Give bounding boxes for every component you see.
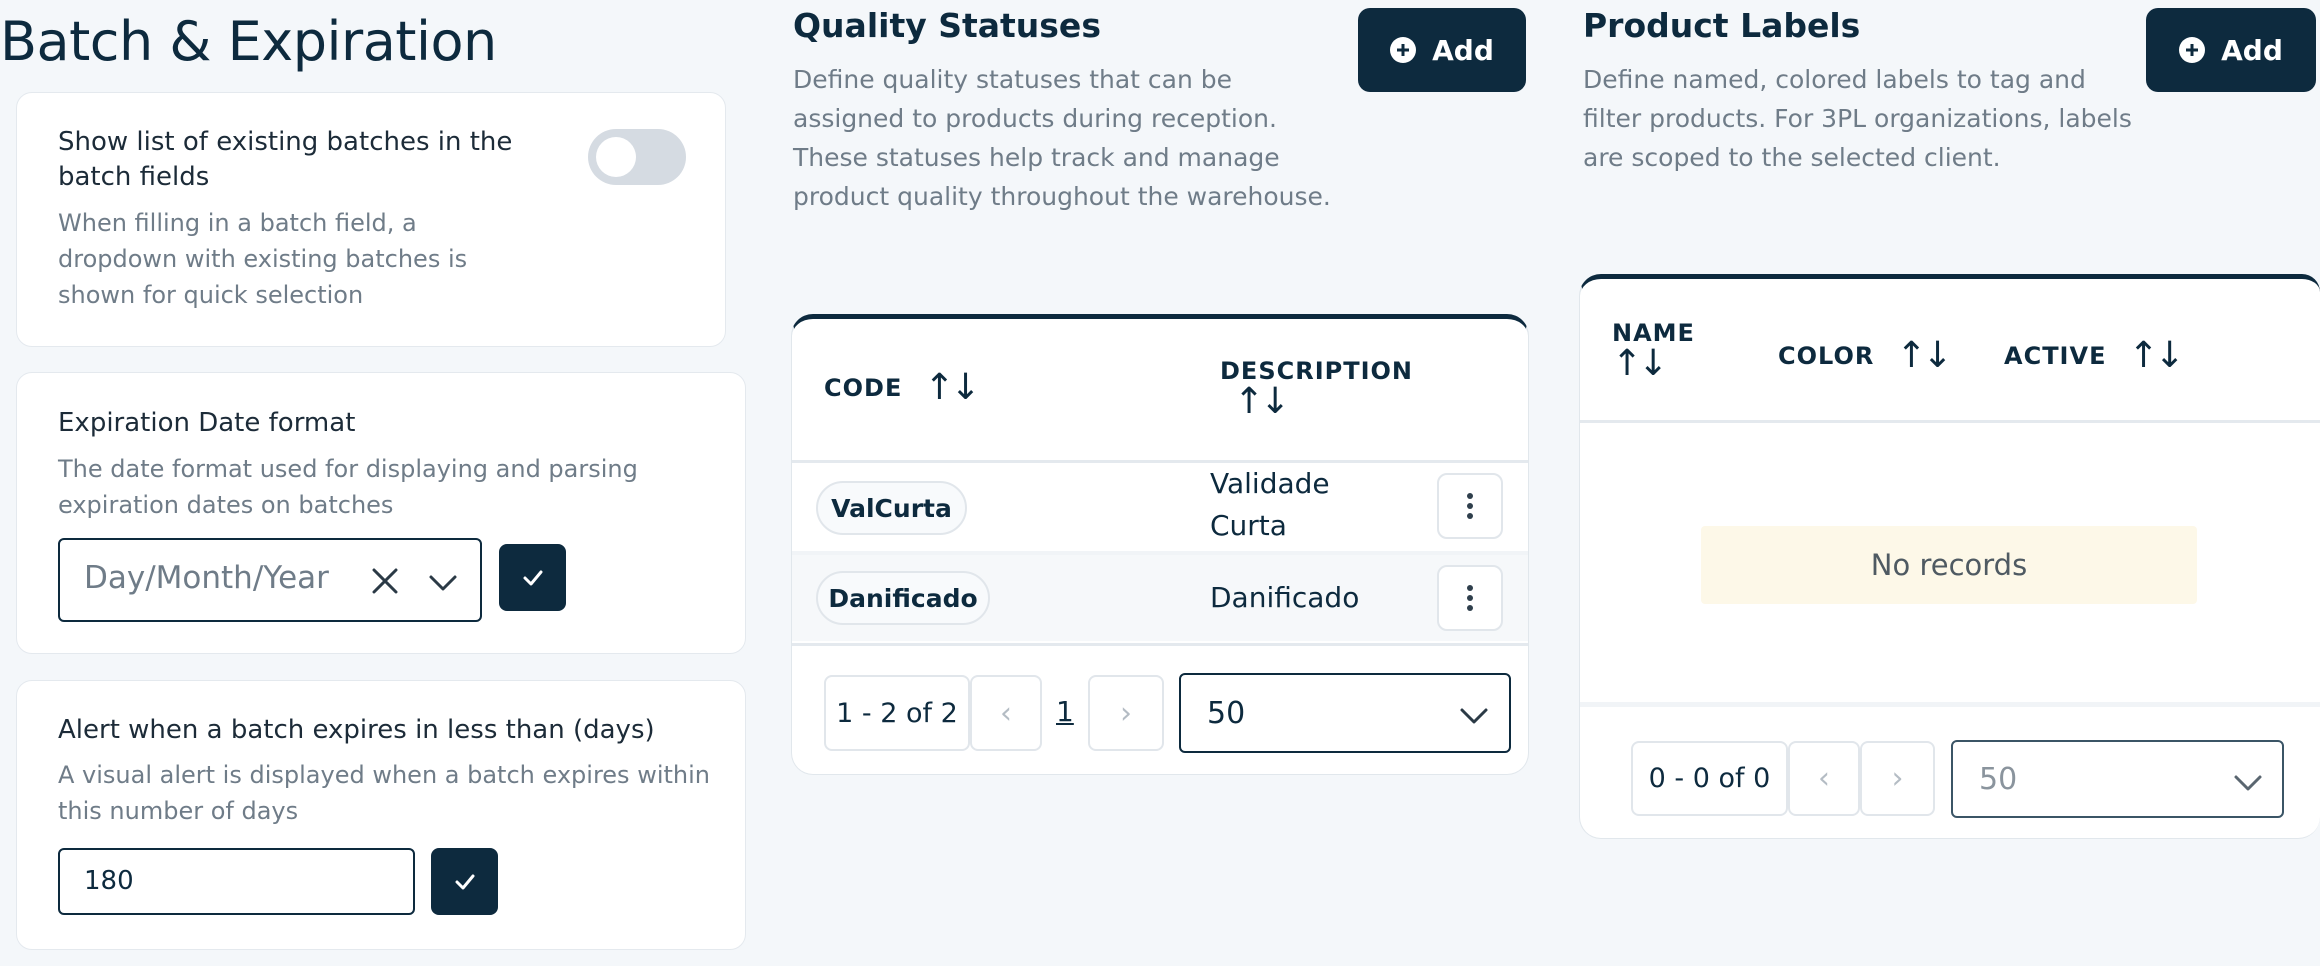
sort-arrows-icon[interactable]: ↑↓ [1234,381,1413,422]
alert-days-title: Alert when a batch expires in less than … [58,715,655,745]
row-menu-button[interactable] [1437,565,1503,631]
pager-page-number[interactable]: 1 [1056,695,1074,728]
page-size-value: 50 [1979,762,2018,797]
alert-days-input[interactable]: 180 [58,848,415,915]
product-labels-add-button[interactable]: Add [2146,8,2316,92]
alert-days-card: Alert when a batch expires in less than … [16,680,746,950]
header-divider [1580,420,2320,423]
chevron-right-icon: › [1891,761,1904,796]
pager-prev-button[interactable]: ‹ [970,675,1042,751]
footer-divider [792,643,1528,646]
expiration-format-value: Day/Month/Year [84,560,329,596]
description-cell: Danificado [1210,581,1360,614]
column-active-label: ACTIVE [2004,341,2107,370]
expiration-format-select[interactable]: Day/Month/Year [58,538,482,622]
column-header-color[interactable]: COLOR ↑↓ [1778,335,1953,376]
product-labels-title: Product Labels [1583,6,1861,45]
row-menu-button[interactable] [1437,473,1503,539]
product-labels-description: Define named, colored labels to tag and … [1583,65,2132,172]
add-button-label: Add [2221,33,2283,67]
expiration-format-confirm-button[interactable] [499,544,566,611]
pager-range: 0 - 0 of 0 [1631,741,1788,816]
kebab-menu-icon [1467,585,1473,591]
pager-next-button[interactable]: › [1088,675,1164,751]
code-chip: ValCurta [816,481,967,535]
sort-arrows-icon[interactable]: ↑↓ [2128,335,2184,376]
chevron-down-icon [2233,768,2263,802]
pager-prev-button[interactable]: ‹ [1788,741,1860,816]
quality-statuses-title: Quality Statuses [793,6,1101,45]
expiration-format-card: Expiration Date format The date format u… [16,372,746,654]
chevron-left-icon: ‹ [1818,761,1830,796]
column-header-description[interactable]: DESCRIPTION ↑↓ [1220,357,1413,422]
page-size-select[interactable]: 50 [1951,740,2284,818]
pager-range: 1 - 2 of 2 [824,675,970,751]
quality-statuses-table: CODE ↑↓ DESCRIPTION ↑↓ ValCurta Validade… [791,314,1529,775]
pager-next-button[interactable]: › [1860,741,1935,816]
sort-arrows-icon[interactable]: ↑↓ [1896,335,1952,376]
toggle-knob [596,137,636,177]
empty-state: No records [1701,526,2197,604]
column-color-label: COLOR [1778,341,1875,370]
alert-days-confirm-button[interactable] [431,848,498,915]
chevron-right-icon: › [1120,695,1132,731]
alert-days-value: 180 [84,866,134,896]
batch-list-card: Show list of existing batches in the bat… [16,92,726,347]
close-icon[interactable] [370,566,400,596]
kebab-menu-icon [1467,493,1473,499]
column-header-active[interactable]: ACTIVE ↑↓ [2004,335,2185,376]
column-code-label: CODE [824,373,903,402]
chevron-down-icon [1459,701,1489,735]
column-header-name[interactable]: NAME ↑↓ [1612,319,1695,384]
expiration-format-description: The date format used for displaying and … [58,455,638,519]
table-row: ValCurta Validade Curta [792,463,1528,551]
expiration-format-title: Expiration Date format [58,408,356,438]
page-size-value: 50 [1207,696,1246,731]
column-header-code[interactable]: CODE ↑↓ [824,367,981,408]
plus-circle-icon [1390,37,1417,63]
footer-band [1580,702,2320,707]
alert-days-description: A visual alert is displayed when a batch… [58,761,710,825]
check-icon [455,874,474,889]
description-cell: Validade Curta [1210,467,1330,542]
batch-list-description: When filling in a batch field, a dropdow… [58,209,468,309]
page-title: Batch & Expiration [0,10,497,73]
quality-statuses-add-button[interactable]: Add [1358,8,1526,92]
chevron-down-icon[interactable] [428,568,458,598]
plus-circle-icon [2179,37,2206,63]
batch-list-toggle[interactable] [588,129,686,185]
check-icon [523,570,542,585]
product-labels-table: NAME ↑↓ COLOR ↑↓ ACTIVE ↑↓ No records 0 … [1579,274,2320,839]
sort-arrows-icon[interactable]: ↑↓ [1612,343,1695,384]
page-size-select[interactable]: 50 [1179,673,1511,753]
quality-statuses-description: Define quality statuses that can be assi… [793,65,1331,211]
table-row: Danificado Danificado [792,555,1528,641]
sort-arrows-icon[interactable]: ↑↓ [924,367,980,408]
chevron-left-icon: ‹ [1000,695,1012,731]
code-chip: Danificado [816,571,990,625]
batch-list-title: Show list of existing batches in the bat… [58,127,513,192]
add-button-label: Add [1432,33,1494,67]
